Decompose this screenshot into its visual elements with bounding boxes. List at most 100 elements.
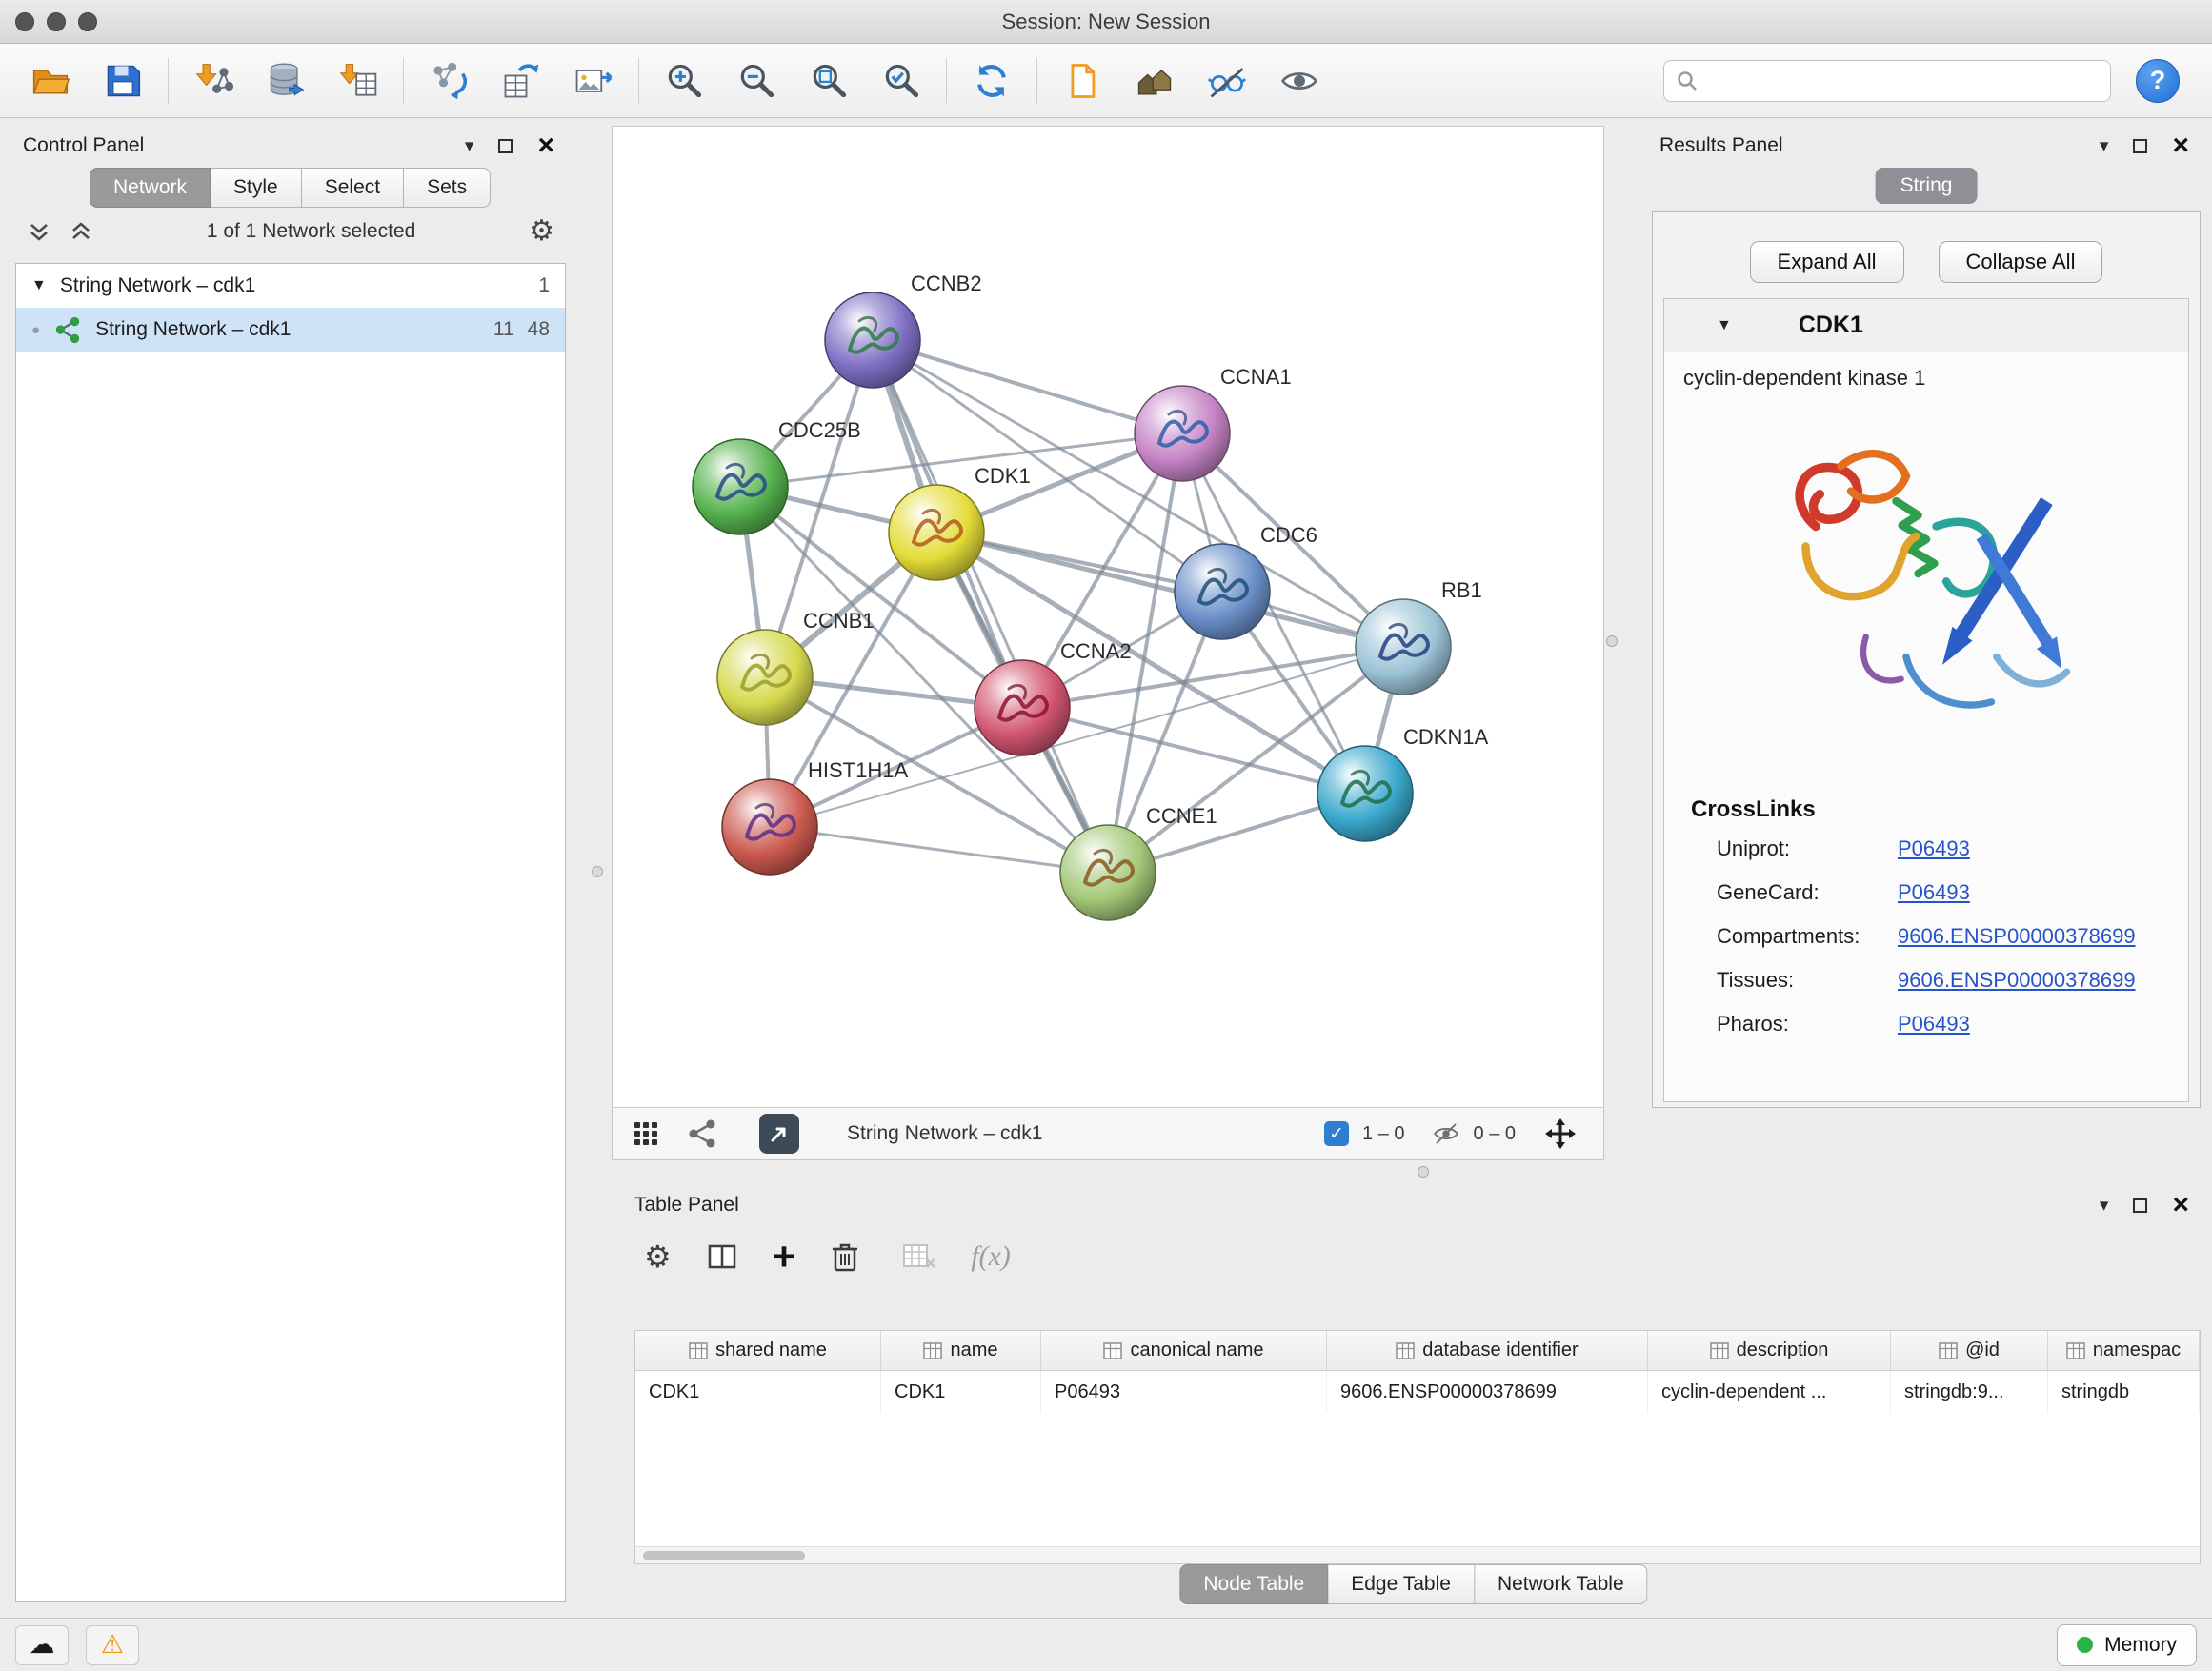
crosslink-genecard[interactable]: P06493 (1898, 880, 1970, 905)
tab-style[interactable]: Style (211, 168, 302, 208)
help-button[interactable]: ? (2136, 59, 2180, 103)
network-node-hist1h1a[interactable]: HIST1H1A (722, 758, 908, 875)
import-network-file-button[interactable] (184, 51, 243, 111)
column-header[interactable]: database identifier (1327, 1331, 1648, 1370)
collapse-all-button[interactable]: Collapse All (1939, 241, 2103, 283)
gear-icon[interactable]: ⚙ (529, 217, 554, 246)
toolbar-separator (403, 58, 404, 104)
panel-close-icon[interactable]: × (2172, 131, 2189, 160)
network-edge[interactable] (770, 647, 1403, 827)
memory-button[interactable]: Memory (2057, 1624, 2197, 1666)
expand-all-icon[interactable] (69, 219, 93, 244)
selection-checkbox[interactable]: ✓ (1324, 1121, 1349, 1146)
crosslink-compartments[interactable]: 9606.ENSP00000378699 (1898, 924, 2136, 949)
column-header[interactable]: @id (1891, 1331, 2048, 1370)
crosslink-pharos[interactable]: P06493 (1898, 1012, 1970, 1037)
zoom-selected-button[interactable] (872, 51, 931, 111)
network-collection-row[interactable]: ▼ String Network – cdk1 1 (16, 264, 565, 308)
clear-table-button[interactable] (902, 1242, 936, 1271)
export-image-button[interactable] (564, 51, 623, 111)
hide-graphics-details-button[interactable] (1197, 51, 1257, 111)
share-network-button[interactable] (687, 1117, 719, 1150)
tab-node-table[interactable]: Node Table (1179, 1564, 1328, 1604)
tab-network-table[interactable]: Network Table (1475, 1564, 1648, 1604)
panel-float-icon[interactable] (2133, 1198, 2147, 1213)
zoom-window-button[interactable] (78, 12, 97, 31)
panel-menu-icon[interactable]: ▾ (2100, 1195, 2109, 1217)
refresh-view-button[interactable] (962, 51, 1021, 111)
open-in-browser-button[interactable] (759, 1114, 799, 1154)
clone-network-button[interactable] (492, 51, 551, 111)
minimize-window-button[interactable] (47, 12, 66, 31)
show-graphics-details-button[interactable] (1270, 51, 1329, 111)
network-edge[interactable] (873, 340, 1182, 433)
network-node-cdk1[interactable]: CDK1 (889, 464, 1031, 580)
close-window-button[interactable] (15, 12, 34, 31)
network-node-rb1[interactable]: RB1 (1356, 578, 1482, 695)
import-network-database-button[interactable] (256, 51, 315, 111)
status-bar: ☁ ⚠ Memory (0, 1618, 2212, 1671)
column-header[interactable]: shared name (635, 1331, 881, 1370)
splitter-handle[interactable] (1606, 635, 1618, 647)
cloud-status-button[interactable]: ☁ (15, 1625, 69, 1665)
column-header[interactable]: name (881, 1331, 1041, 1370)
network-row-selected[interactable]: ● String Network – cdk1 11 48 (16, 308, 565, 352)
zoom-fit-button[interactable] (799, 51, 858, 111)
column-header[interactable]: namespac (2048, 1331, 2200, 1370)
splitter-handle[interactable] (1418, 1166, 1429, 1178)
panel-close-icon[interactable]: × (2172, 1191, 2189, 1219)
panel-float-icon[interactable] (498, 139, 513, 153)
table-row[interactable]: CDK1 CDK1 P06493 9606.ENSP00000378699 cy… (635, 1371, 2200, 1413)
panel-close-icon[interactable]: × (537, 131, 554, 160)
paste-document-button[interactable] (1053, 51, 1112, 111)
network-node-ccna1[interactable]: CCNA1 (1135, 365, 1292, 481)
panel-menu-icon[interactable]: ▾ (2100, 135, 2109, 157)
tree-expander-icon[interactable]: ▼ (31, 277, 47, 294)
network-node-ccnb2[interactable]: CCNB2 (825, 272, 982, 388)
glasses-slash-icon (1206, 60, 1248, 102)
entry-expander-icon[interactable]: ▼ (1717, 317, 1732, 334)
network-edge[interactable] (770, 827, 1108, 873)
zoom-out-button[interactable] (727, 51, 786, 111)
tab-network[interactable]: Network (90, 168, 211, 208)
panel-float-icon[interactable] (2133, 139, 2147, 153)
table-settings-button[interactable]: ⚙ (644, 1238, 672, 1275)
search-input[interactable] (1706, 70, 2099, 91)
scrollbar-thumb[interactable] (643, 1551, 805, 1560)
column-visibility-button[interactable] (706, 1240, 738, 1273)
window-controls (15, 12, 97, 31)
collapse-all-icon[interactable] (27, 219, 51, 244)
tab-string[interactable]: String (1876, 168, 1978, 204)
column-header[interactable]: canonical name (1041, 1331, 1327, 1370)
warnings-button[interactable]: ⚠ (86, 1625, 139, 1665)
gene-entry-header[interactable]: ▼ CDK1 (1664, 299, 2188, 352)
zoom-in-button[interactable] (654, 51, 714, 111)
splitter-handle[interactable] (592, 866, 603, 877)
fit-content-button[interactable] (1544, 1117, 1577, 1150)
horizontal-scrollbar[interactable] (635, 1546, 2200, 1563)
crosslink-uniprot[interactable]: P06493 (1898, 836, 1970, 861)
network-edge[interactable] (936, 533, 1403, 647)
network-node-ccnb1[interactable]: CCNB1 (717, 609, 875, 725)
new-network-from-selection-button[interactable] (419, 51, 478, 111)
delete-column-button[interactable] (830, 1240, 860, 1273)
tab-select[interactable]: Select (302, 168, 404, 208)
crosslink-tissues[interactable]: 9606.ENSP00000378699 (1898, 968, 2136, 993)
expand-all-button[interactable]: Expand All (1750, 241, 1904, 283)
import-table-button[interactable] (329, 51, 388, 111)
add-column-button[interactable]: + (773, 1237, 796, 1277)
cell-namespace: stringdb (2048, 1371, 2200, 1413)
save-session-button[interactable] (93, 51, 152, 111)
tab-edge-table[interactable]: Edge Table (1328, 1564, 1475, 1604)
open-session-button[interactable] (21, 51, 80, 111)
network-canvas[interactable]: CCNB2CCNA1CDC25BCDK1CDC6RB1CCNB1CCNA2CDK… (613, 127, 1603, 1107)
tab-sets[interactable]: Sets (404, 168, 491, 208)
network-edge[interactable] (873, 340, 1108, 873)
column-header[interactable]: description (1648, 1331, 1891, 1370)
network-overview-button[interactable] (1125, 51, 1184, 111)
node-label: CDC25B (778, 418, 861, 442)
panel-menu-icon[interactable]: ▾ (465, 135, 474, 157)
birdseye-view-button[interactable] (630, 1117, 662, 1150)
network-node-cdkn1a[interactable]: CDKN1A (1317, 725, 1489, 841)
function-builder-button[interactable]: f(x) (971, 1240, 1011, 1273)
